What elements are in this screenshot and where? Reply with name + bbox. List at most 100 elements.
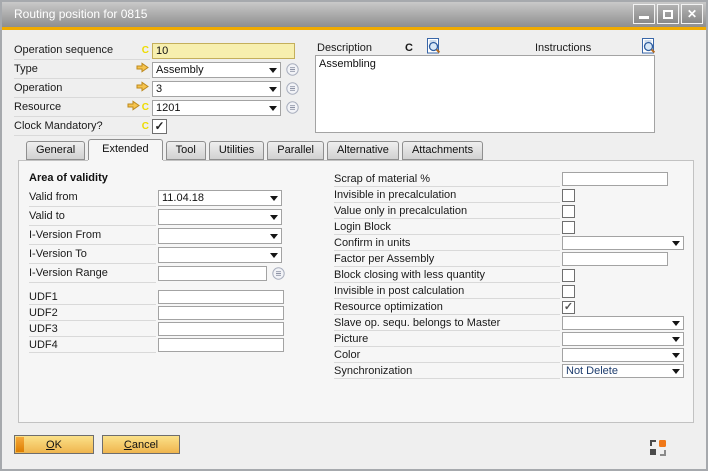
minimize-button[interactable] bbox=[633, 4, 655, 24]
link-arrow-icon[interactable] bbox=[127, 100, 140, 114]
login-block-checkbox[interactable] bbox=[562, 221, 575, 234]
tab-utilities[interactable]: Utilities bbox=[209, 141, 264, 160]
value-only-in-precalculation-checkbox[interactable] bbox=[562, 205, 575, 218]
description-label: Description bbox=[317, 42, 372, 54]
valid-from-select[interactable]: 11.04.18 bbox=[158, 190, 282, 206]
tab-extended[interactable]: Extended bbox=[88, 139, 162, 160]
expand-form-icon[interactable] bbox=[650, 440, 666, 456]
options-rows: Scrap of material % Invisible in precalc… bbox=[334, 171, 684, 379]
slave-op-sequ-label: Slave op. sequ. belongs to Master bbox=[334, 316, 560, 331]
extended-tab-panel: Area of validity Valid from 11.04.18 Val… bbox=[18, 160, 694, 423]
operation-select[interactable]: 3 bbox=[152, 81, 281, 97]
header-form: Operation sequence C 10 Type Assembly Op… bbox=[14, 41, 314, 136]
udf4-input[interactable] bbox=[158, 338, 284, 352]
udf1-input[interactable] bbox=[158, 290, 284, 304]
i-version-to-label: I-Version To bbox=[29, 246, 156, 264]
dropdown-caret-icon bbox=[269, 68, 277, 73]
form-row: I-Version From bbox=[29, 226, 285, 245]
slave-op-sequ-select[interactable] bbox=[562, 316, 684, 330]
minimize-icon bbox=[639, 16, 649, 19]
color-select[interactable] bbox=[562, 348, 684, 362]
description-zoom-icon[interactable] bbox=[426, 38, 441, 54]
udf4-label: UDF4 bbox=[29, 338, 156, 353]
form-row: Slave op. sequ. belongs to Master bbox=[334, 315, 684, 331]
tab-alternative[interactable]: Alternative bbox=[327, 141, 399, 160]
invisible-in-precalculation-checkbox[interactable] bbox=[562, 189, 575, 202]
confirm-in-units-label: Confirm in units bbox=[334, 236, 560, 251]
dropdown-caret-icon bbox=[672, 321, 680, 326]
form-row: Block closing with less quantity bbox=[334, 267, 684, 283]
block-closing-with-less-quantity-label: Block closing with less quantity bbox=[334, 268, 560, 283]
form-row: UDF3 bbox=[29, 321, 284, 337]
udf1-label: UDF1 bbox=[29, 290, 156, 305]
udf3-input[interactable] bbox=[158, 322, 284, 336]
confirm-in-units-select[interactable] bbox=[562, 236, 684, 250]
form-row: Color bbox=[334, 347, 684, 363]
cancel-button[interactable]: Cancel bbox=[102, 435, 180, 454]
tab-tool[interactable]: Tool bbox=[166, 141, 206, 160]
synchronization-select[interactable]: Not Delete bbox=[562, 364, 684, 378]
ok-button[interactable]: OK bbox=[14, 435, 94, 454]
resource-optimization-checkbox[interactable]: ✓ bbox=[562, 301, 575, 314]
form-row: Invisible in precalculation bbox=[334, 187, 684, 203]
form-row: Operation sequence C 10 bbox=[14, 41, 314, 60]
dropdown-caret-icon bbox=[270, 215, 278, 220]
factor-per-assembly-label: Factor per Assembly bbox=[334, 252, 560, 267]
tab-attachments[interactable]: Attachments bbox=[402, 141, 483, 160]
operation-label: Operation bbox=[14, 80, 150, 98]
operation-sequence-label: Operation sequence C bbox=[14, 42, 150, 60]
type-label: Type bbox=[14, 61, 150, 79]
form-row: Confirm in units bbox=[334, 235, 684, 251]
area-of-validity-heading: Area of validity bbox=[29, 172, 108, 184]
synchronization-label: Synchronization bbox=[334, 364, 560, 379]
i-version-range-list-button[interactable] bbox=[272, 267, 285, 280]
default-button-accent bbox=[16, 437, 24, 452]
mandatory-indicator: C bbox=[142, 45, 149, 56]
form-row: Scrap of material % bbox=[334, 171, 684, 187]
resource-select[interactable]: 1201 bbox=[152, 100, 281, 116]
operation-list-button[interactable] bbox=[286, 82, 299, 95]
i-version-from-label: I-Version From bbox=[29, 227, 156, 245]
instructions-zoom-icon[interactable] bbox=[641, 38, 656, 54]
udf2-input[interactable] bbox=[158, 306, 284, 320]
mandatory-indicator: C bbox=[142, 102, 149, 113]
resource-list-button[interactable] bbox=[286, 101, 299, 114]
i-version-range-input[interactable] bbox=[158, 266, 267, 281]
valid-to-select[interactable] bbox=[158, 209, 282, 225]
form-row: Valid from 11.04.18 bbox=[29, 188, 285, 207]
mandatory-indicator: C bbox=[142, 121, 149, 132]
invisible-in-post-calculation-checkbox[interactable] bbox=[562, 285, 575, 298]
maximize-icon bbox=[663, 10, 673, 19]
udf2-label: UDF2 bbox=[29, 306, 156, 321]
tab-general[interactable]: General bbox=[26, 141, 85, 160]
form-row: Invisible in post calculation bbox=[334, 283, 684, 299]
form-row: UDF4 bbox=[29, 337, 284, 353]
picture-select[interactable] bbox=[562, 332, 684, 346]
form-row: Resource optimization ✓ bbox=[334, 299, 684, 315]
form-row: Valid to bbox=[29, 207, 285, 226]
maximize-button[interactable] bbox=[657, 4, 679, 24]
scrap-of-material-input[interactable] bbox=[562, 172, 668, 186]
clock-mandatory-checkbox[interactable]: ✓ bbox=[152, 119, 167, 134]
block-closing-with-less-quantity-checkbox[interactable] bbox=[562, 269, 575, 282]
i-version-from-select[interactable] bbox=[158, 228, 282, 244]
link-arrow-icon[interactable] bbox=[136, 62, 149, 76]
description-textarea[interactable]: Assembling bbox=[315, 55, 655, 133]
form-row: Picture bbox=[334, 331, 684, 347]
type-select[interactable]: Assembly bbox=[152, 62, 281, 78]
picture-label: Picture bbox=[334, 332, 560, 347]
factor-per-assembly-input[interactable] bbox=[562, 252, 668, 266]
close-button[interactable]: ✕ bbox=[681, 4, 703, 24]
value-only-in-precalculation-label: Value only in precalculation bbox=[334, 204, 560, 219]
form-row: UDF1 bbox=[29, 289, 284, 305]
i-version-to-select[interactable] bbox=[158, 247, 282, 263]
valid-from-label: Valid from bbox=[29, 189, 156, 207]
link-arrow-icon[interactable] bbox=[136, 81, 149, 95]
type-list-button[interactable] bbox=[286, 63, 299, 76]
tab-parallel[interactable]: Parallel bbox=[267, 141, 324, 160]
form-row: Factor per Assembly bbox=[334, 251, 684, 267]
invisible-in-precalculation-label: Invisible in precalculation bbox=[334, 188, 560, 203]
form-row: Operation 3 bbox=[14, 79, 314, 98]
operation-sequence-input[interactable]: 10 bbox=[152, 43, 295, 59]
routing-position-dialog: Routing position for 0815 ✕ Operation se… bbox=[0, 0, 708, 471]
